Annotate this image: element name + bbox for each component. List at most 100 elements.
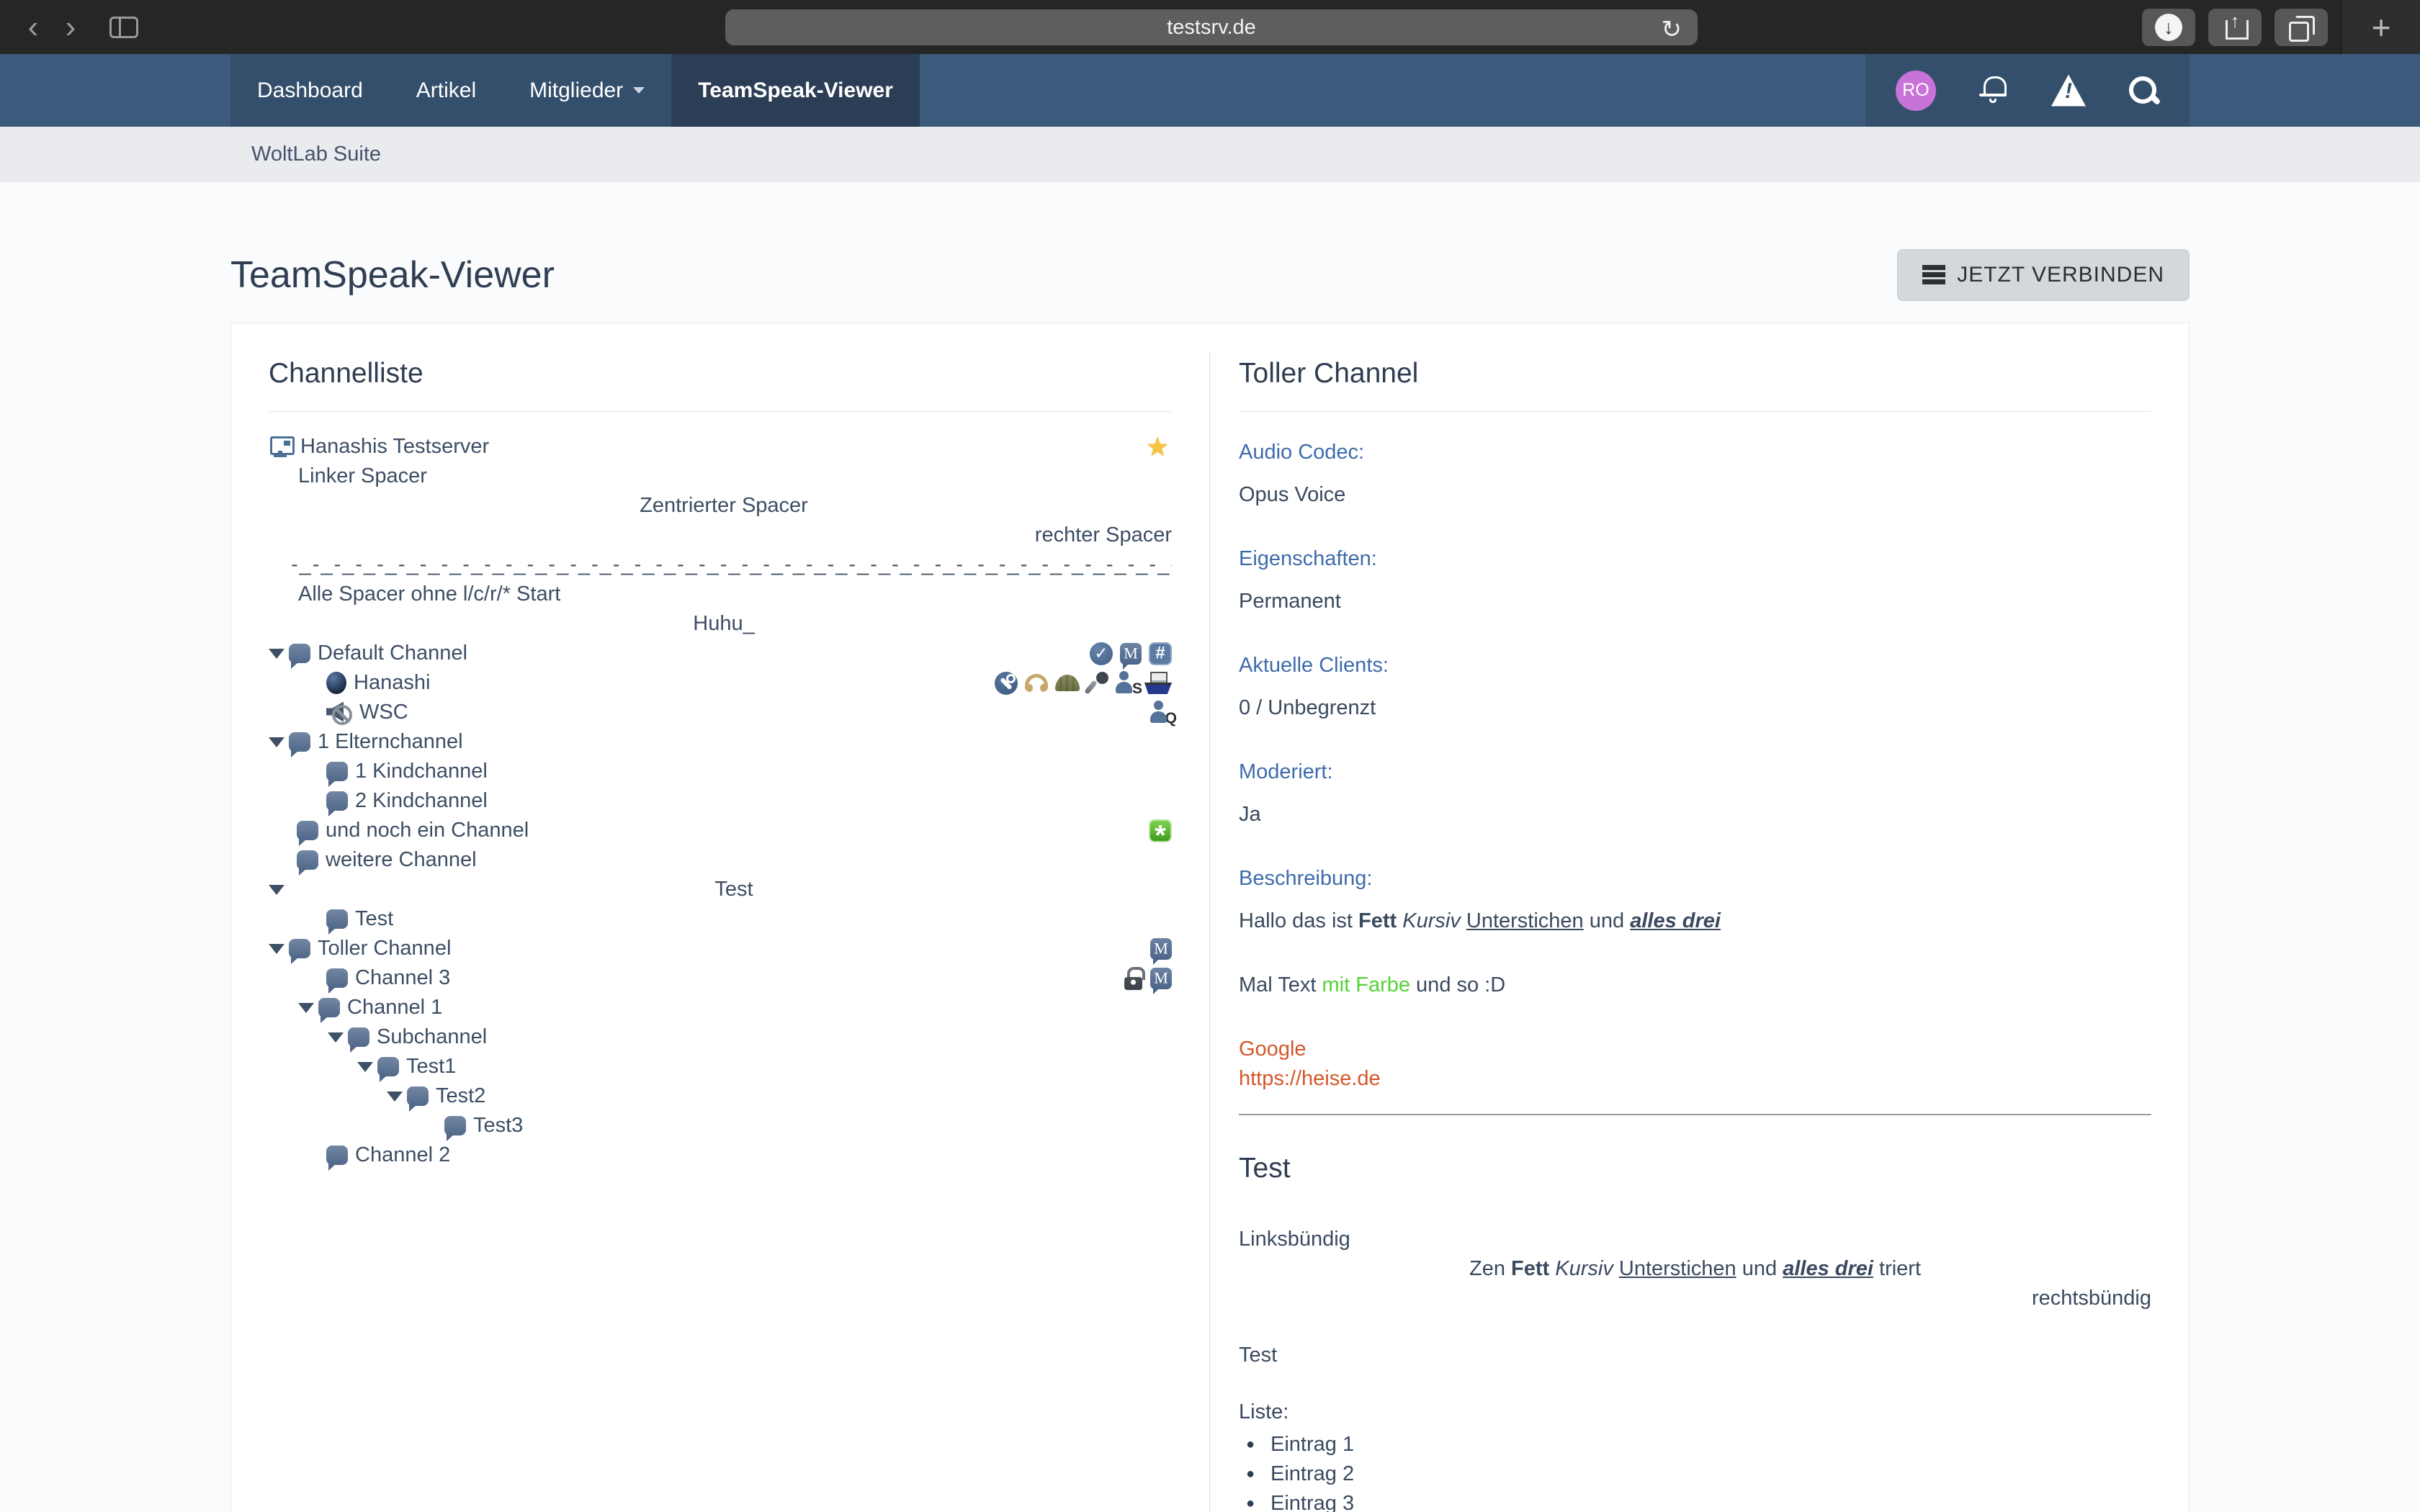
server-row[interactable]: Hanashis Testserver bbox=[269, 432, 1172, 462]
bubble-icon bbox=[348, 1027, 369, 1047]
tree-row-label: Hanashi bbox=[354, 671, 430, 695]
bubble-icon bbox=[297, 821, 318, 840]
collapse-arrow-icon[interactable] bbox=[298, 1003, 314, 1013]
section-divider bbox=[1239, 1114, 2151, 1115]
new-tab-button[interactable] bbox=[2341, 0, 2420, 54]
channel-row[interactable]: Channel 2 bbox=[269, 1140, 1172, 1170]
page-title: TeamSpeak-Viewer bbox=[230, 253, 555, 297]
forward-icon[interactable] bbox=[52, 2, 89, 53]
address-bar[interactable]: testsrv.de bbox=[725, 9, 1698, 45]
channel-row[interactable]: 1 Elternchannel bbox=[269, 727, 1172, 757]
tree-row-label: -_-_-_-_-_-_-_-_-_-_-_-_-_-_-_-_-_-_-_-_… bbox=[291, 553, 1172, 577]
channel-row[interactable]: und noch ein Channel bbox=[269, 816, 1172, 845]
field-value: 0 / Unbegrenzt bbox=[1239, 693, 2151, 723]
bubble-icon bbox=[326, 968, 348, 988]
tree-row-label: Channel 2 bbox=[355, 1143, 450, 1167]
channel-row[interactable]: Test bbox=[269, 904, 1172, 934]
search-icon[interactable] bbox=[2128, 75, 2159, 107]
tree-row-label: Alle Spacer ohne l/c/r/* Start bbox=[298, 582, 560, 606]
nav-tab-mitglieder[interactable]: Mitglieder bbox=[503, 54, 671, 127]
downloads-button[interactable] bbox=[2142, 9, 2195, 46]
bubble-icon bbox=[377, 1057, 399, 1076]
channel-info-heading: Toller Channel bbox=[1239, 358, 2151, 412]
spacer-row: Huhu_ bbox=[269, 609, 1172, 639]
field-label: Audio Codec: bbox=[1239, 441, 2151, 464]
headset-icon bbox=[1025, 674, 1048, 693]
nav-tab-dashboard[interactable]: Dashboard bbox=[230, 54, 390, 127]
channel-row[interactable]: Channel 3 bbox=[269, 963, 1172, 993]
avatar[interactable]: RO bbox=[1896, 71, 1936, 111]
helmet-icon bbox=[1055, 675, 1080, 691]
asterisk-icon bbox=[1149, 819, 1172, 842]
channel-row[interactable]: Toller Channel bbox=[269, 934, 1172, 963]
collapse-arrow-icon[interactable] bbox=[269, 885, 284, 895]
tab-overview-button[interactable] bbox=[2275, 9, 2328, 46]
browser-toolbar: testsrv.de bbox=[0, 0, 2420, 54]
channel-description: Hallo das ist Fett Kursiv Unterstichen u… bbox=[1239, 906, 2151, 1094]
row-badges bbox=[1124, 967, 1172, 990]
connect-now-button[interactable]: JETZT VERBINDEN bbox=[1897, 249, 2190, 301]
channel-row[interactable]: Test2 bbox=[269, 1081, 1172, 1111]
lock-icon bbox=[1124, 967, 1143, 990]
tree-row-label: Default Channel bbox=[318, 642, 467, 665]
link-heise[interactable]: https://heise.de bbox=[1239, 1064, 2151, 1094]
channel-row[interactable]: 1 Kindchannel bbox=[269, 757, 1172, 786]
bubble-icon bbox=[318, 998, 340, 1017]
channel-row[interactable]: Default Channel bbox=[269, 639, 1172, 668]
link-google[interactable]: Google bbox=[1239, 1035, 2151, 1064]
nav-tab-artikel[interactable]: Artikel bbox=[390, 54, 503, 127]
tree-row-label: rechter Spacer bbox=[276, 523, 1172, 547]
channel-list-heading: Channelliste bbox=[269, 358, 1172, 412]
collapse-arrow-icon[interactable] bbox=[269, 737, 284, 747]
person-q-icon bbox=[1150, 701, 1172, 724]
bubble-icon bbox=[326, 762, 348, 781]
channel-tree: Hanashis TestserverLinker SpacerZentrier… bbox=[269, 432, 1172, 1170]
client-row[interactable]: WSC bbox=[269, 698, 1172, 727]
field-value: Permanent bbox=[1239, 587, 2151, 616]
collapse-arrow-icon[interactable] bbox=[357, 1062, 373, 1072]
bubble-icon bbox=[326, 909, 348, 929]
ship-icon bbox=[1144, 672, 1172, 694]
channel-row[interactable]: weitere Channel bbox=[269, 845, 1172, 875]
nav-tab-teamspeak-viewer[interactable]: TeamSpeak-Viewer bbox=[671, 54, 920, 127]
spacer-row: Zentrierter Spacer bbox=[269, 491, 1172, 521]
spacer-row: Test bbox=[269, 875, 1172, 904]
tree-row-label: Channel 3 bbox=[355, 966, 450, 990]
notifications-bell-icon[interactable] bbox=[1978, 75, 2009, 107]
row-badges bbox=[1149, 819, 1172, 842]
nav-icon-strip: RO bbox=[1865, 54, 2190, 127]
nav-tabstrip: Dashboard Artikel Mitglieder TeamSpeak-V… bbox=[230, 54, 920, 127]
bubble-icon bbox=[289, 644, 310, 663]
sidebar-toggle-icon[interactable] bbox=[109, 17, 138, 38]
channel-row[interactable]: Channel 1 bbox=[269, 993, 1172, 1022]
collapse-arrow-icon[interactable] bbox=[269, 649, 284, 659]
share-button[interactable] bbox=[2208, 9, 2262, 46]
back-icon[interactable] bbox=[14, 2, 52, 53]
tree-row-label: Subchannel bbox=[377, 1025, 487, 1049]
client-row[interactable]: Hanashi bbox=[269, 668, 1172, 698]
channel-info-column: Toller Channel Audio Codec: Opus Voice E… bbox=[1209, 323, 2189, 1512]
list-item: Eintrag 2 bbox=[1239, 1459, 2151, 1489]
collapse-arrow-icon[interactable] bbox=[387, 1092, 403, 1102]
channel-row[interactable]: Subchannel bbox=[269, 1022, 1172, 1052]
center-aligned-text: Zen Fett Kursiv Unterstichen und alles d… bbox=[1239, 1254, 2151, 1284]
channel-row[interactable]: Test3 bbox=[269, 1111, 1172, 1140]
bubble-icon bbox=[297, 850, 318, 870]
tree-row-label: und noch ein Channel bbox=[326, 819, 529, 842]
mic-icon bbox=[1087, 672, 1108, 695]
collapse-arrow-icon[interactable] bbox=[269, 944, 284, 954]
test-section-heading: Test bbox=[1239, 1153, 2151, 1184]
channel-row[interactable]: Test1 bbox=[269, 1052, 1172, 1081]
channel-row[interactable]: 2 Kindchannel bbox=[269, 786, 1172, 816]
reload-icon[interactable] bbox=[1662, 15, 1682, 44]
field-label: Eigenschaften: bbox=[1239, 547, 2151, 571]
bubble-icon bbox=[444, 1116, 466, 1135]
field-label: Moderiert: bbox=[1239, 760, 2151, 784]
warning-icon[interactable] bbox=[2051, 75, 2086, 107]
row-badges bbox=[995, 671, 1172, 695]
field-value: Opus Voice bbox=[1239, 480, 2151, 510]
left-aligned-text: Linksbündig bbox=[1239, 1225, 2151, 1254]
collapse-arrow-icon[interactable] bbox=[328, 1032, 344, 1043]
breadcrumb[interactable]: WoltLab Suite bbox=[251, 143, 381, 166]
tree-row-label: 1 Elternchannel bbox=[318, 730, 463, 754]
